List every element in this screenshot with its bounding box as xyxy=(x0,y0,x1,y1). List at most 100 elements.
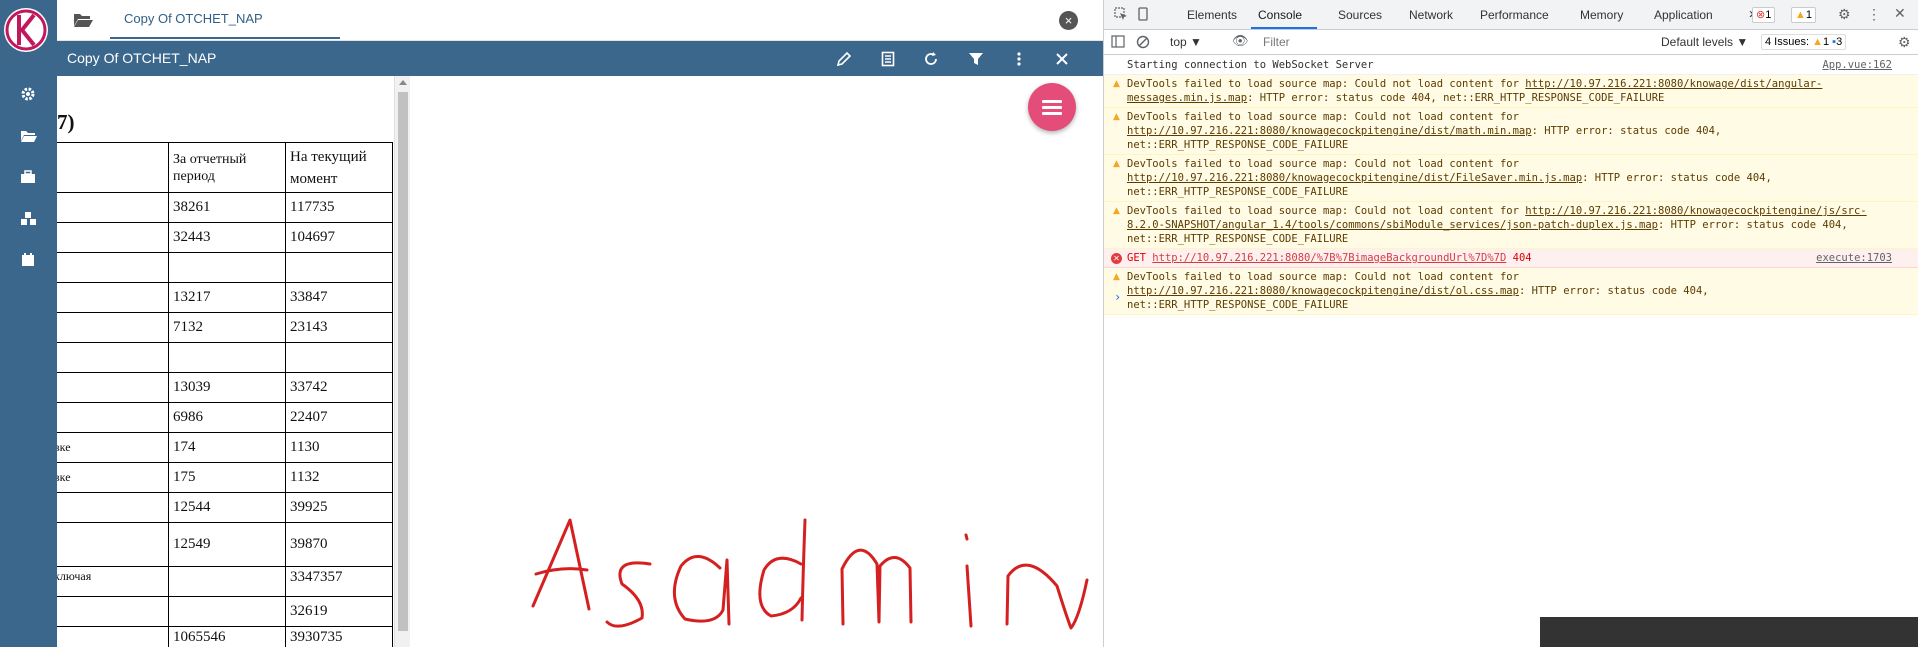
close-devtools-icon[interactable]: ✕ xyxy=(1894,6,1906,20)
more-vertical-icon[interactable] xyxy=(1008,48,1030,70)
table-cell: 174 xyxy=(168,432,286,463)
warning-icon: ▲ xyxy=(1113,159,1120,169)
tab-memory[interactable]: Memory xyxy=(1580,8,1623,22)
table-row: 32443 104697 xyxy=(57,222,393,253)
refresh-icon[interactable] xyxy=(920,48,942,70)
scroll-thumb[interactable] xyxy=(398,92,408,631)
cubes-icon[interactable] xyxy=(16,206,40,230)
error-count-badge[interactable]: ⊗1 xyxy=(1752,7,1776,23)
table-cell xyxy=(57,192,169,223)
table-row xyxy=(57,252,393,283)
tab-active-indicator xyxy=(110,37,340,39)
sidebar-toggle-icon[interactable] xyxy=(1111,35,1125,51)
message-suffix: : HTTP error: status code 404, net::ERR_… xyxy=(1247,92,1665,104)
table-row: 13217 33847 xyxy=(57,282,393,313)
message-text: GET xyxy=(1127,252,1153,264)
table-cell: 3930735 xyxy=(285,626,393,647)
table-cell: 39925 xyxy=(285,492,393,523)
table-row: 38261 117735 xyxy=(57,192,393,223)
active-tab-indicator xyxy=(1251,27,1317,29)
message-source-link[interactable]: execute:1703 xyxy=(1816,251,1892,265)
pencil-icon[interactable] xyxy=(833,48,855,70)
tab-performance[interactable]: Performance xyxy=(1480,8,1549,22)
message-suffix: 404 xyxy=(1506,252,1532,264)
devtools-panel: Elements Console Sources Network Perform… xyxy=(1103,0,1918,647)
table-cell xyxy=(57,372,169,403)
console-message: ▲ DevTools failed to load source map: Cou… xyxy=(1104,202,1918,249)
message-link[interactable]: http://10.97.216.221:8080/knowagecockpit… xyxy=(1127,172,1582,184)
warning-icon: ▲ xyxy=(1812,36,1823,48)
message-source-link[interactable]: App.vue:162 xyxy=(1822,58,1892,72)
table-cell xyxy=(168,596,286,627)
console-log: Starting connection to WebSocket Server A… xyxy=(1104,56,1918,315)
table-cell xyxy=(168,566,286,597)
tab-application[interactable]: Application xyxy=(1654,8,1713,22)
tab-console[interactable]: Console xyxy=(1258,8,1302,22)
table-row: ключая 3347357 xyxy=(57,566,393,597)
filter-icon[interactable] xyxy=(965,48,987,70)
inspect-element-icon[interactable] xyxy=(1114,7,1128,24)
table-cell: 39870 xyxy=(285,522,393,567)
more-vertical-icon[interactable]: ⋮ xyxy=(1867,7,1881,21)
document-tab-bar: Copy Of OTCHET_NAP × xyxy=(57,0,1103,41)
table-cell: 33742 xyxy=(285,372,393,403)
menu-fab-button[interactable] xyxy=(1028,83,1076,131)
message-link[interactable]: http://10.97.216.221:8080/%7B%7BimageBac… xyxy=(1152,252,1506,264)
tab-elements[interactable]: Elements xyxy=(1187,8,1237,22)
warning-icon: ▲ xyxy=(1113,206,1120,216)
error-icon: ✕ xyxy=(1111,253,1122,264)
table-cell: 12544 xyxy=(168,492,286,523)
table-row: 32619 xyxy=(57,596,393,627)
devtools-tabbar: Elements Console Sources Network Perform… xyxy=(1104,0,1918,30)
table-row xyxy=(57,342,393,373)
table-cell xyxy=(57,492,169,523)
document-icon[interactable] xyxy=(877,48,899,70)
context-selector[interactable]: top ▼ xyxy=(1170,35,1202,49)
table-row: 1065546 3930735 xyxy=(57,626,393,647)
message-text: DevTools failed to load source map: Coul… xyxy=(1127,111,1519,123)
report-title-fragment: 7) xyxy=(57,110,75,134)
folder-open-icon[interactable] xyxy=(73,11,93,29)
close-icon[interactable] xyxy=(1051,48,1073,70)
tab-sources[interactable]: Sources xyxy=(1338,8,1382,22)
table-cell xyxy=(57,522,169,567)
scroll-up-icon[interactable] xyxy=(399,80,407,85)
device-toolbar-icon[interactable] xyxy=(1136,7,1150,24)
table-cell: 13217 xyxy=(168,282,286,313)
vertical-scrollbar[interactable] xyxy=(394,76,410,647)
message-text: DevTools failed to load source map: Coul… xyxy=(1127,271,1519,283)
table-row: вке1751132 xyxy=(57,462,393,493)
calendar-icon[interactable] xyxy=(16,247,40,271)
console-settings-icon[interactable]: ⚙ xyxy=(1898,35,1911,49)
table-cell: 7132 xyxy=(168,312,286,343)
table-row: 12544 39925 xyxy=(57,492,393,523)
close-tab-icon[interactable]: × xyxy=(1059,11,1078,30)
console-prompt[interactable]: › xyxy=(1114,290,1121,304)
live-expression-eye-icon[interactable]: 👁 xyxy=(1232,34,1249,48)
warning-count-badge[interactable]: ▲1 xyxy=(1791,7,1817,23)
clear-console-icon[interactable] xyxy=(1136,35,1150,52)
message-text: DevTools failed to load source map: Coul… xyxy=(1127,78,1526,90)
filter-input[interactable]: Filter xyxy=(1263,34,1543,51)
settings-gear-icon[interactable]: ⚙ xyxy=(1838,7,1851,21)
handwritten-signature xyxy=(531,518,1089,630)
folder-open-icon[interactable] xyxy=(16,124,40,148)
message-text: DevTools failed to load source map: Coul… xyxy=(1127,158,1519,170)
log-levels-dropdown[interactable]: Default levels ▼ xyxy=(1661,35,1748,49)
table-cell: 32619 xyxy=(285,596,393,627)
table-cell xyxy=(57,626,169,647)
message-link[interactable]: http://10.97.216.221:8080/knowagecockpit… xyxy=(1127,125,1532,137)
document-viewer: 7) За отчетный период На текущий момент 38… xyxy=(57,76,1103,647)
knowage-logo[interactable] xyxy=(3,4,49,56)
warning-icon: ▲ xyxy=(1113,272,1120,282)
table-cell: 12549 xyxy=(168,522,286,567)
briefcase-icon[interactable] xyxy=(16,165,40,189)
table-cell xyxy=(57,252,169,283)
document-tab[interactable]: Copy Of OTCHET_NAP xyxy=(124,11,263,26)
issues-badge[interactable]: 4 Issues: ▲1 ▪3 xyxy=(1761,34,1847,50)
tab-network[interactable]: Network xyxy=(1409,8,1453,22)
console-message: ▲ DevTools failed to load source map: Cou… xyxy=(1104,108,1918,155)
message-link[interactable]: http://10.97.216.221:8080/knowagecockpit… xyxy=(1127,285,1519,297)
gear-icon[interactable] xyxy=(16,82,40,106)
table-cell xyxy=(57,222,169,253)
